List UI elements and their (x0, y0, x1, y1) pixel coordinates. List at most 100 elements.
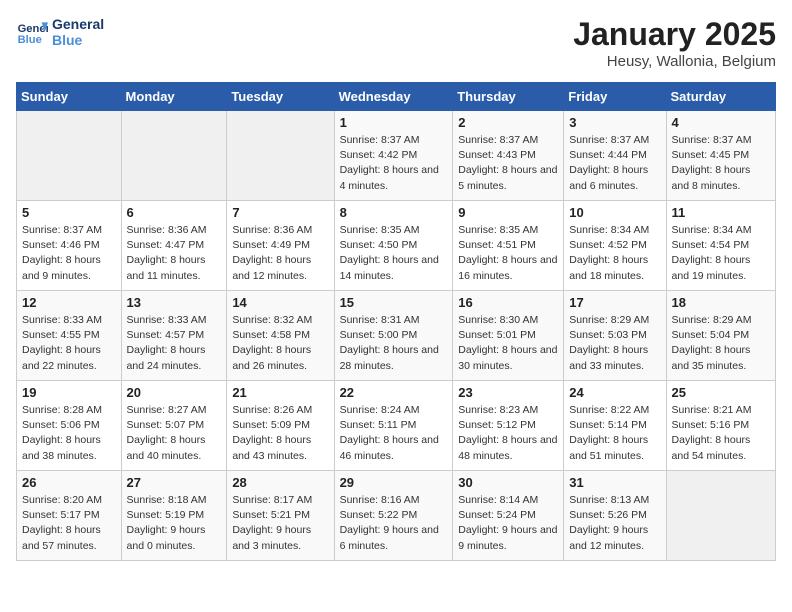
page-header: General Blue General Blue January 2025 H… (16, 16, 776, 70)
day-number: 30 (458, 475, 558, 490)
calendar-cell: 23 Sunrise: 8:23 AMSunset: 5:12 PMDayligh… (453, 381, 564, 471)
day-number: 13 (127, 295, 222, 310)
calendar-cell (17, 111, 122, 201)
calendar-cell (121, 111, 227, 201)
calendar-cell (666, 471, 775, 561)
day-number: 20 (127, 385, 222, 400)
day-info: Sunrise: 8:35 AMSunset: 4:51 PMDaylight:… (458, 223, 558, 284)
day-info: Sunrise: 8:17 AMSunset: 5:21 PMDaylight:… (232, 493, 328, 554)
day-info: Sunrise: 8:22 AMSunset: 5:14 PMDaylight:… (569, 403, 660, 464)
day-number: 4 (672, 115, 770, 130)
calendar-cell: 8Sunrise: 8:35 AMSunset: 4:50 PMDaylight… (334, 201, 453, 291)
title-area: January 2025 Heusy, Wallonia, Belgium (573, 16, 776, 70)
weekday-header-tuesday: Tuesday (227, 83, 334, 111)
day-info: Sunrise: 8:23 AMSunset: 5:12 PMDaylight:… (458, 403, 558, 464)
day-info: Sunrise: 8:34 AMSunset: 4:54 PMDaylight:… (672, 223, 770, 284)
day-number: 16 (458, 295, 558, 310)
day-info: Sunrise: 8:28 AMSunset: 5:06 PMDaylight:… (22, 403, 116, 464)
day-info: Sunrise: 8:37 AMSunset: 4:45 PMDaylight:… (672, 133, 770, 194)
day-info: Sunrise: 8:36 AMSunset: 4:47 PMDaylight:… (127, 223, 222, 284)
calendar-table: SundayMondayTuesdayWednesdayThursdayFrid… (16, 82, 776, 561)
day-info: Sunrise: 8:14 AMSunset: 5:24 PMDaylight:… (458, 493, 558, 554)
calendar-cell: 2 Sunrise: 8:37 AMSunset: 4:43 PMDaylight… (453, 111, 564, 201)
calendar-cell: 6 Sunrise: 8:36 AMSunset: 4:47 PMDaylight… (121, 201, 227, 291)
day-number: 12 (22, 295, 116, 310)
day-info: Sunrise: 8:32 AMSunset: 4:58 PMDaylight:… (232, 313, 328, 374)
day-number: 25 (672, 385, 770, 400)
weekday-header-row: SundayMondayTuesdayWednesdayThursdayFrid… (17, 83, 776, 111)
day-info: Sunrise: 8:20 AMSunset: 5:17 PMDaylight:… (22, 493, 116, 554)
calendar-cell: 27Sunrise: 8:18 AMSunset: 5:19 PMDayligh… (121, 471, 227, 561)
day-info: Sunrise: 8:26 AMSunset: 5:09 PMDaylight:… (232, 403, 328, 464)
day-info: Sunrise: 8:33 AMSunset: 4:57 PMDaylight:… (127, 313, 222, 374)
day-number: 19 (22, 385, 116, 400)
day-info: Sunrise: 8:30 AMSunset: 5:01 PMDaylight:… (458, 313, 558, 374)
calendar-cell: 1 Sunrise: 8:37 AMSunset: 4:42 PMDaylight… (334, 111, 453, 201)
day-number: 28 (232, 475, 328, 490)
day-number: 9 (458, 205, 558, 220)
weekday-header-wednesday: Wednesday (334, 83, 453, 111)
day-info: Sunrise: 8:16 AMSunset: 5:22 PMDaylight:… (340, 493, 448, 554)
day-number: 23 (458, 385, 558, 400)
day-info: Sunrise: 8:24 AMSunset: 5:11 PMDaylight:… (340, 403, 448, 464)
weekday-header-saturday: Saturday (666, 83, 775, 111)
day-info: Sunrise: 8:37 AMSunset: 4:46 PMDaylight:… (22, 223, 116, 284)
day-number: 10 (569, 205, 660, 220)
weekday-header-friday: Friday (564, 83, 666, 111)
calendar-week-row: 26Sunrise: 8:20 AMSunset: 5:17 PMDayligh… (17, 471, 776, 561)
day-info: Sunrise: 8:36 AMSunset: 4:49 PMDaylight:… (232, 223, 328, 284)
calendar-cell: 22 Sunrise: 8:24 AMSunset: 5:11 PMDayligh… (334, 381, 453, 471)
day-info: Sunrise: 8:37 AMSunset: 4:44 PMDaylight:… (569, 133, 660, 194)
calendar-week-row: 19 Sunrise: 8:28 AMSunset: 5:06 PMDayligh… (17, 381, 776, 471)
day-info: Sunrise: 8:29 AMSunset: 5:04 PMDaylight:… (672, 313, 770, 374)
day-number: 7 (232, 205, 328, 220)
calendar-cell (227, 111, 334, 201)
day-number: 5 (22, 205, 116, 220)
day-number: 6 (127, 205, 222, 220)
calendar-cell: 13 Sunrise: 8:33 AMSunset: 4:57 PMDayligh… (121, 291, 227, 381)
calendar-cell: 16 Sunrise: 8:30 AMSunset: 5:01 PMDayligh… (453, 291, 564, 381)
day-number: 11 (672, 205, 770, 220)
svg-text:Blue: Blue (18, 34, 42, 46)
day-info: Sunrise: 8:37 AMSunset: 4:43 PMDaylight:… (458, 133, 558, 194)
calendar-cell: 19 Sunrise: 8:28 AMSunset: 5:06 PMDayligh… (17, 381, 122, 471)
calendar-cell: 11 Sunrise: 8:34 AMSunset: 4:54 PMDayligh… (666, 201, 775, 291)
logo: General Blue General Blue (16, 16, 104, 48)
day-info: Sunrise: 8:31 AMSunset: 5:00 PMDaylight:… (340, 313, 448, 374)
weekday-header-monday: Monday (121, 83, 227, 111)
calendar-cell: 9 Sunrise: 8:35 AMSunset: 4:51 PMDaylight… (453, 201, 564, 291)
day-number: 1 (340, 115, 448, 130)
weekday-header-sunday: Sunday (17, 83, 122, 111)
day-info: Sunrise: 8:29 AMSunset: 5:03 PMDaylight:… (569, 313, 660, 374)
day-number: 14 (232, 295, 328, 310)
calendar-cell: 3 Sunrise: 8:37 AMSunset: 4:44 PMDaylight… (564, 111, 666, 201)
calendar-week-row: 5 Sunrise: 8:37 AMSunset: 4:46 PMDaylight… (17, 201, 776, 291)
calendar-cell: 12Sunrise: 8:33 AMSunset: 4:55 PMDayligh… (17, 291, 122, 381)
logo-general: General (52, 16, 104, 32)
calendar-cell: 25 Sunrise: 8:21 AMSunset: 5:16 PMDayligh… (666, 381, 775, 471)
calendar-cell: 7 Sunrise: 8:36 AMSunset: 4:49 PMDaylight… (227, 201, 334, 291)
location-title: Heusy, Wallonia, Belgium (573, 53, 776, 70)
day-info: Sunrise: 8:34 AMSunset: 4:52 PMDaylight:… (569, 223, 660, 284)
logo-icon: General Blue (16, 16, 48, 48)
logo-blue: Blue (52, 32, 104, 48)
day-info: Sunrise: 8:37 AMSunset: 4:42 PMDaylight:… (340, 133, 448, 194)
day-number: 22 (340, 385, 448, 400)
calendar-week-row: 12Sunrise: 8:33 AMSunset: 4:55 PMDayligh… (17, 291, 776, 381)
day-info: Sunrise: 8:21 AMSunset: 5:16 PMDaylight:… (672, 403, 770, 464)
calendar-cell: 15Sunrise: 8:31 AMSunset: 5:00 PMDayligh… (334, 291, 453, 381)
calendar-cell: 21Sunrise: 8:26 AMSunset: 5:09 PMDayligh… (227, 381, 334, 471)
calendar-cell: 4 Sunrise: 8:37 AMSunset: 4:45 PMDaylight… (666, 111, 775, 201)
calendar-cell: 24Sunrise: 8:22 AMSunset: 5:14 PMDayligh… (564, 381, 666, 471)
calendar-cell: 5 Sunrise: 8:37 AMSunset: 4:46 PMDaylight… (17, 201, 122, 291)
day-info: Sunrise: 8:35 AMSunset: 4:50 PMDaylight:… (340, 223, 448, 284)
calendar-cell: 18Sunrise: 8:29 AMSunset: 5:04 PMDayligh… (666, 291, 775, 381)
day-info: Sunrise: 8:18 AMSunset: 5:19 PMDaylight:… (127, 493, 222, 554)
day-number: 2 (458, 115, 558, 130)
day-number: 17 (569, 295, 660, 310)
day-info: Sunrise: 8:13 AMSunset: 5:26 PMDaylight:… (569, 493, 660, 554)
day-number: 3 (569, 115, 660, 130)
calendar-week-row: 1 Sunrise: 8:37 AMSunset: 4:42 PMDaylight… (17, 111, 776, 201)
day-number: 31 (569, 475, 660, 490)
day-info: Sunrise: 8:27 AMSunset: 5:07 PMDaylight:… (127, 403, 222, 464)
